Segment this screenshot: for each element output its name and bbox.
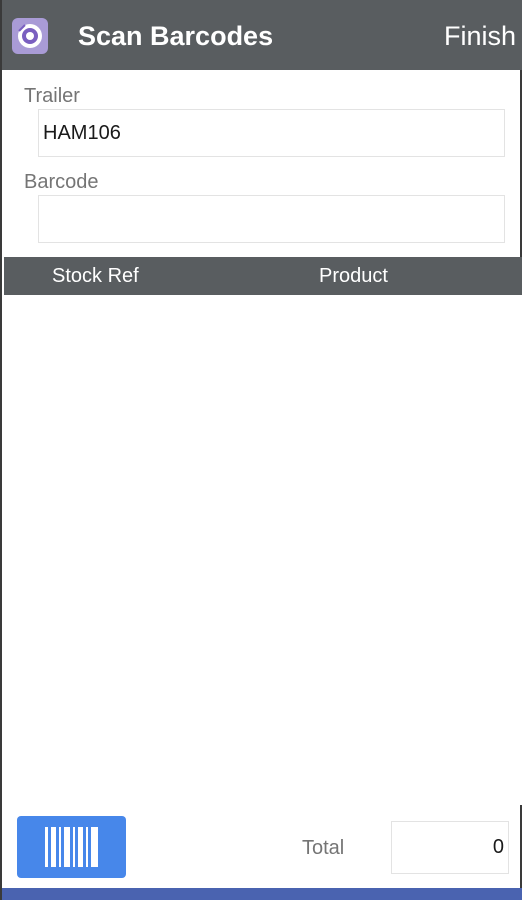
column-header-stock-ref[interactable]: Stock Ref — [52, 264, 139, 288]
barcode-icon — [44, 827, 98, 867]
page-title: Scan Barcodes — [78, 21, 274, 51]
total-field[interactable]: 0 — [391, 821, 509, 874]
trailer-field[interactable]: HAM106 — [38, 109, 505, 157]
table-header: Stock Ref Product — [4, 257, 522, 295]
scan-barcode-button[interactable] — [17, 816, 126, 878]
barcode-field[interactable] — [38, 195, 505, 243]
trailer-label: Trailer — [24, 85, 80, 107]
app-logo-graphic — [18, 24, 42, 48]
bottom-accent-bar — [2, 888, 522, 900]
column-header-product[interactable]: Product — [319, 264, 388, 288]
app-logo-icon — [12, 18, 48, 54]
app-frame: Scan Barcodes Finish Trailer HAM106 Barc… — [0, 0, 522, 900]
scanned-items-list[interactable] — [4, 295, 522, 805]
finish-button[interactable]: Finish — [444, 18, 516, 54]
barcode-label: Barcode — [24, 171, 99, 193]
top-bar: Scan Barcodes Finish — [2, 0, 522, 70]
total-label: Total — [302, 837, 345, 859]
